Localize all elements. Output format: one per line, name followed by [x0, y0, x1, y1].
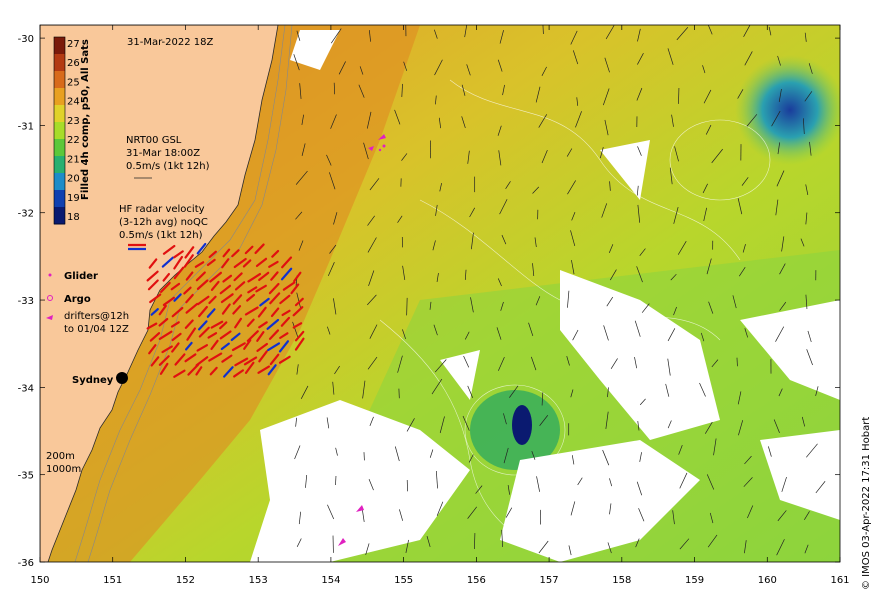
lon-tick-label: 160: [758, 575, 777, 586]
lat-tick-label: -32: [18, 209, 34, 220]
colorbar-tick-label: 18: [67, 212, 80, 223]
colorbar-tick-label: 23: [67, 116, 80, 127]
lon-tick-label: 158: [612, 575, 631, 586]
colorbar-segment: [54, 105, 65, 123]
lat-tick-label: -35: [18, 471, 34, 482]
gsl-legend-line1: NRT00 GSL: [126, 135, 182, 146]
lon-tick-label: 159: [685, 575, 704, 586]
plot-area: [40, 25, 840, 562]
lat-tick-label: -36: [18, 558, 34, 569]
colorbar-segment: [54, 37, 65, 55]
lat-tick-label: -31: [18, 121, 34, 132]
argo-legend-label: Argo: [64, 294, 91, 305]
isobath-label-200: 200m: [46, 451, 75, 462]
glider-marker: [378, 148, 382, 152]
colorbar-segment: [54, 139, 65, 157]
lat-tick-label: -34: [18, 383, 34, 394]
hf-legend-line2: (3-12h avg) noQC: [119, 217, 208, 228]
glider-legend-marker: [48, 273, 52, 277]
colorbar-segment: [54, 173, 65, 191]
colorbar-segment: [54, 54, 65, 72]
drifter-legend-label-2: to 01/04 12Z: [64, 324, 129, 335]
lon-tick-label: 153: [249, 575, 268, 586]
lon-tick-label: 150: [30, 575, 49, 586]
hf-legend-line1: HF radar velocity: [119, 204, 205, 215]
colorbar-segment: [54, 88, 65, 106]
map-title: 31-Mar-2022 18Z: [127, 37, 214, 48]
gsl-legend-line2: 31-Mar 18:00Z: [126, 148, 200, 159]
lon-tick-label: 157: [540, 575, 559, 586]
lon-tick-label: 152: [176, 575, 195, 586]
colorbar-tick-label: 27: [67, 39, 80, 50]
sydney-marker: [116, 372, 128, 384]
colorbar-tick-label: 24: [67, 97, 80, 108]
colorbar-segment: [54, 71, 65, 89]
cool-patch-ne: [735, 55, 840, 165]
lat-tick-label: -30: [18, 34, 34, 45]
colorbar-tick-label: 19: [67, 193, 80, 204]
hf-legend-line3: 0.5m/s (1kt 12h): [119, 230, 203, 241]
lon-tick-label: 156: [467, 575, 486, 586]
lon-tick-label: 154: [321, 575, 340, 586]
credit-text: © IMOS 03-Apr-2022 17:31 Hobart: [861, 417, 872, 590]
cold-core: [512, 405, 532, 445]
colorbar-tick-label: 26: [67, 58, 80, 69]
lon-tick-label: 161: [830, 575, 849, 586]
gsl-legend-line3: 0.5m/s (1kt 12h): [126, 161, 210, 172]
colorbar-tick-label: 20: [67, 174, 80, 185]
sst-map: 150 151 152 153 154 155 156 157 158 159 160 161 -30 -…: [18, 24, 872, 590]
glider-marker: [382, 144, 386, 148]
lat-tick-label: -33: [18, 296, 34, 307]
glider-legend-label: Glider: [64, 271, 98, 282]
colorbar-tick-label: 22: [67, 135, 80, 146]
colorbar-segment: [54, 122, 65, 140]
colorbar-title: Filled 4h comp, p50, All Sats: [80, 39, 91, 200]
lon-tick-label: 151: [103, 575, 122, 586]
colorbar-tick-label: 25: [67, 77, 80, 88]
colorbar-tick-label: 21: [67, 154, 80, 165]
colorbar-segment: [54, 207, 65, 225]
isobath-label-1000: 1000m: [46, 464, 81, 475]
lon-tick-label: 155: [394, 575, 413, 586]
drifter-legend-label-1: drifters@12h: [64, 311, 129, 322]
city-label: Sydney: [72, 375, 114, 386]
colorbar-segment: [54, 156, 65, 174]
colorbar-segment: [54, 190, 65, 208]
